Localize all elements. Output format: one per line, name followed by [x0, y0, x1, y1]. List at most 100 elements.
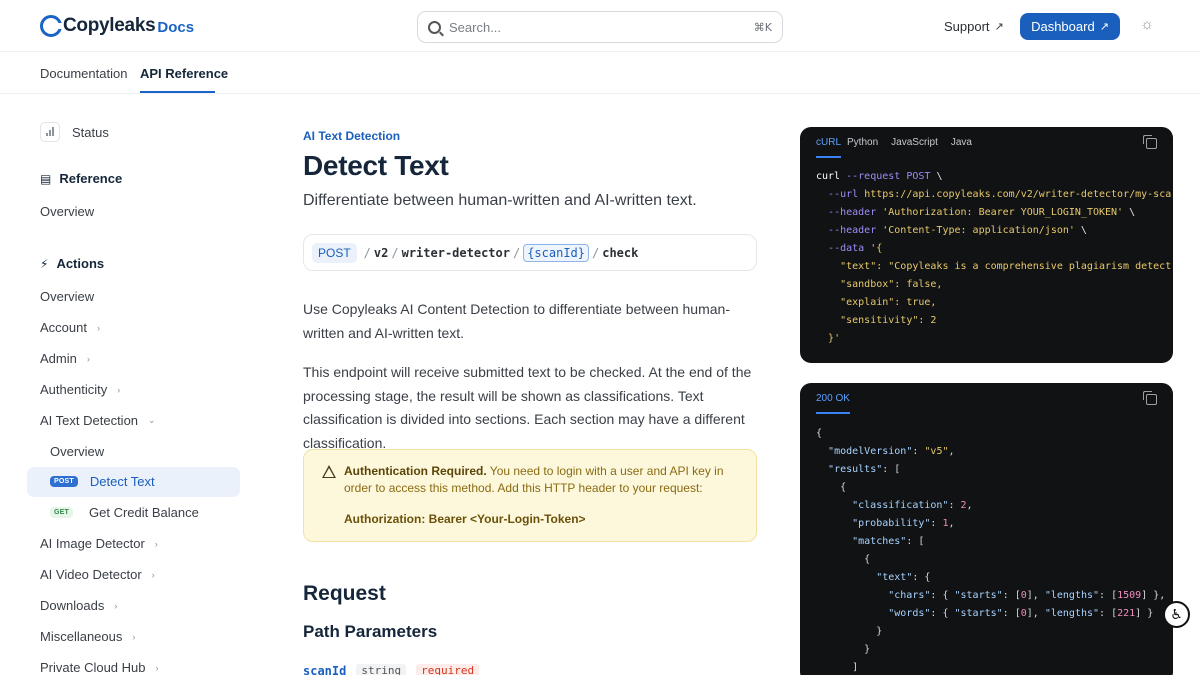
sub-navigation: Documentation API Reference — [0, 53, 1200, 94]
accessibility-icon[interactable]: ♿ — [1163, 601, 1190, 628]
chevron-right-icon: › — [154, 538, 158, 549]
sidebar-item-label: Account — [40, 320, 87, 335]
sidebar-item-private-cloud-hub[interactable]: Private Cloud Hub › — [40, 660, 159, 675]
page-title: Detect Text — [303, 150, 449, 181]
sidebar-heading-label: Actions — [56, 256, 105, 271]
tab-javascript[interactable]: JavaScript — [891, 127, 945, 158]
copy-icon[interactable] — [1143, 391, 1157, 405]
logo-text: Copyleaks — [63, 15, 156, 36]
tab-api-reference[interactable]: API Reference — [140, 66, 228, 81]
response-code-panel: 200 OK { "modelVersion": "v5", "results"… — [800, 383, 1173, 675]
copy-icon[interactable] — [1143, 135, 1157, 149]
sidebar-item-ai-text-overview[interactable]: Overview — [50, 444, 104, 459]
sidebar-item-label: Downloads — [40, 598, 105, 613]
response-status-tabs: 200 OK — [800, 383, 1173, 415]
sidebar-item-account[interactable]: Account › — [40, 320, 100, 335]
path-separator: / — [363, 245, 371, 260]
description-paragraph-1: Use Copyleaks AI Content Detection to di… — [303, 301, 730, 341]
sidebar-item-authenticity[interactable]: Authenticity › — [40, 382, 120, 397]
search-shortcut: ⌘K — [753, 20, 772, 34]
warning-icon — [322, 465, 336, 478]
logo-mark-icon — [40, 15, 62, 37]
sidebar-item-admin[interactable]: Admin › — [40, 351, 90, 366]
chevron-right-icon: › — [151, 569, 155, 580]
post-method-badge: POST — [50, 476, 78, 487]
sidebar: Status ▤ Reference Overview ⚡ Actions Ov… — [0, 95, 260, 675]
sidebar-item-ai-image-detector[interactable]: AI Image Detector › — [40, 536, 158, 551]
chevron-right-icon: › — [132, 631, 136, 642]
chevron-right-icon: › — [155, 662, 159, 673]
breadcrumb-category[interactable]: AI Text Detection — [303, 129, 400, 143]
sidebar-item-label: Miscellaneous — [40, 629, 123, 644]
path-parameters-heading: Path Parameters — [303, 622, 438, 641]
chevron-right-icon: › — [114, 600, 118, 611]
param-row: scanId string required — [303, 664, 480, 675]
sidebar-item-detect-text[interactable]: POST Detect Text — [50, 474, 155, 489]
tab-python[interactable]: Python — [847, 127, 885, 158]
sidebar-item-downloads[interactable]: Downloads › — [40, 598, 117, 613]
auth-callout: Authentication Required. You need to log… — [303, 449, 757, 542]
sidebar-item-get-credit-balance[interactable]: GET Get Credit Balance — [50, 505, 199, 520]
chevron-right-icon: › — [86, 353, 90, 364]
search-input[interactable]: Search... ⌘K — [417, 11, 783, 43]
support-link[interactable]: Support ↗ — [944, 19, 1004, 34]
sidebar-item-label: AI Image Detector — [40, 536, 145, 551]
tab-documentation[interactable]: Documentation — [40, 66, 127, 81]
tab-200-ok[interactable]: 200 OK — [816, 383, 850, 414]
top-bar: Copyleaks Docs Search... ⌘K Support ↗ Da… — [0, 0, 1200, 52]
request-code-panel: cURL Python JavaScript Java curl --reque… — [800, 127, 1173, 363]
active-tab-indicator — [140, 91, 215, 93]
sidebar-item-label: Detect Text — [89, 474, 155, 489]
signal-bars-icon — [40, 122, 60, 142]
sidebar-item-ai-text-detection[interactable]: AI Text Detection ⌄ — [40, 413, 156, 428]
sidebar-item-miscellaneous[interactable]: Miscellaneous › — [40, 629, 135, 644]
sidebar-item-label: Overview — [50, 444, 105, 459]
sidebar-item-reference-overview[interactable]: Overview — [40, 204, 94, 219]
request-code-snippet: curl --request POST \ --url https://api.… — [816, 171, 1172, 344]
response-code-snippet: { "modelVersion": "v5", "results": [ { "… — [816, 428, 1166, 673]
path-separator: / — [391, 245, 399, 260]
endpoint-path: POST / v2 / writer-detector / {scanId} /… — [303, 234, 757, 271]
tab-curl[interactable]: cURL — [816, 127, 842, 158]
copyleaks-logo[interactable]: Copyleaks Docs — [40, 14, 194, 38]
chevron-down-icon: ⌄ — [148, 415, 156, 425]
code-language-tabs: cURL Python JavaScript Java — [800, 127, 1173, 159]
logo-suffix: Docs — [157, 19, 195, 36]
path-parameter[interactable]: {scanId} — [523, 243, 589, 262]
chevron-right-icon: › — [96, 322, 100, 333]
sidebar-item-status[interactable]: Status — [40, 122, 109, 142]
search-icon — [428, 20, 441, 34]
sidebar-item-label: AI Text Detection — [40, 413, 139, 428]
external-link-icon: ↗ — [1099, 21, 1109, 33]
sidebar-item-label: AI Video Detector — [40, 567, 142, 582]
sidebar-heading-reference: ▤ Reference — [40, 171, 122, 186]
sidebar-item-label: Status — [72, 124, 109, 140]
sidebar-item-overview[interactable]: Overview — [40, 289, 94, 304]
page-subtitle: Differentiate between human-written and … — [303, 192, 697, 209]
sidebar-item-label: Private Cloud Hub — [40, 660, 146, 675]
tab-java[interactable]: Java — [951, 127, 979, 158]
sidebar-item-label: Overview — [40, 289, 95, 304]
request-heading: Request — [303, 582, 386, 605]
param-required-badge: required — [416, 664, 480, 675]
dashboard-button[interactable]: Dashboard ↗ — [1020, 13, 1120, 40]
sidebar-item-ai-video-detector[interactable]: AI Video Detector › — [40, 567, 155, 582]
support-label: Support — [944, 19, 990, 34]
chevron-right-icon: › — [117, 384, 121, 395]
theme-toggle-sun-icon[interactable]: ☼ — [1139, 17, 1155, 33]
sidebar-heading-actions: ⚡ Actions — [40, 256, 104, 271]
path-separator: / — [512, 245, 521, 260]
search-placeholder: Search... — [449, 19, 502, 35]
sidebar-item-label: Admin — [40, 351, 77, 366]
book-icon: ▤ — [40, 171, 52, 186]
callout-header-example: Authorization: Bearer <Your-Login-Token> — [344, 512, 586, 526]
path-segment: v2 — [373, 245, 389, 260]
dashboard-label: Dashboard — [1031, 19, 1095, 34]
endpoint-method-badge: POST — [312, 242, 357, 263]
description-paragraph-2: This endpoint will receive submitted tex… — [303, 364, 752, 451]
callout-title: Authentication Required. — [344, 464, 487, 478]
callout-text: Authentication Required. You need to log… — [344, 463, 744, 497]
external-link-icon: ↗ — [994, 21, 1004, 33]
sidebar-item-label: Overview — [40, 204, 95, 219]
sidebar-item-label: Authenticity — [40, 382, 108, 397]
